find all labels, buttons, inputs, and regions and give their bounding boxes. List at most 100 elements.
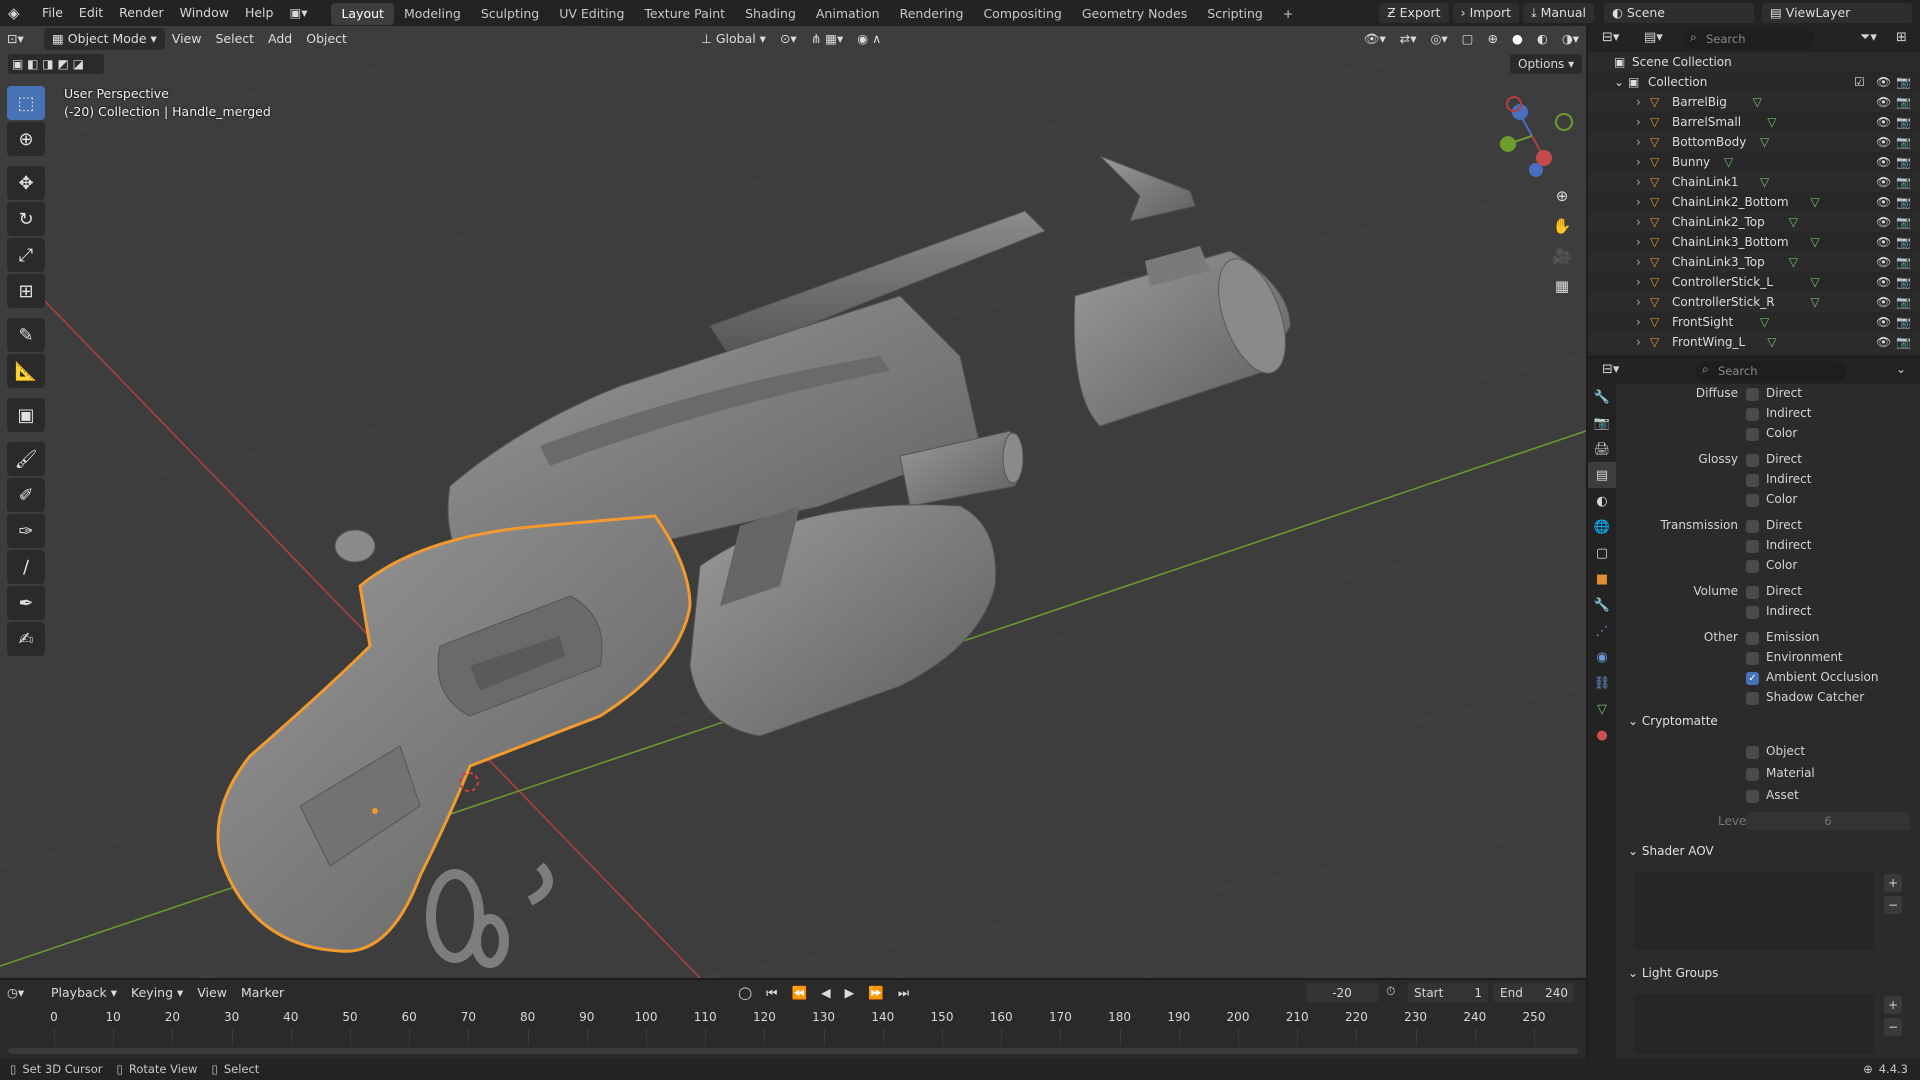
pass-checkbox[interactable] xyxy=(1746,428,1759,441)
crypto-object-checkbox[interactable] xyxy=(1746,746,1759,759)
tab-compositing[interactable]: Compositing xyxy=(973,3,1071,25)
menu-help[interactable]: Help xyxy=(237,0,282,26)
shading-solid-icon[interactable]: ● xyxy=(1505,28,1530,50)
outliner-object-row[interactable]: › ▽ ChainLink2_Bottom ▽ 👁 📷 xyxy=(1588,192,1920,212)
render-camera-icon[interactable]: 📷 xyxy=(1896,232,1911,252)
new-collection-icon[interactable]: ⊞ xyxy=(1896,30,1907,45)
expand-icon[interactable]: › xyxy=(1636,152,1641,172)
render-camera-icon[interactable]: 📷 xyxy=(1896,272,1911,292)
render-camera-icon[interactable]: 📷 xyxy=(1896,292,1911,312)
editor-type-icon[interactable]: ⊡▾ xyxy=(0,28,44,50)
visibility-eye-icon[interactable]: 👁 xyxy=(1876,252,1891,272)
visibility-eye-icon[interactable]: 👁 xyxy=(1876,212,1891,232)
export-button[interactable]: Ƶ Export xyxy=(1379,3,1449,23)
material-tab-icon[interactable]: ● xyxy=(1588,722,1616,748)
outliner-object-row[interactable]: › ▽ ControllerStick_R ▽ 👁 📷 xyxy=(1588,292,1920,312)
render-camera-icon[interactable]: 📷 xyxy=(1896,192,1911,212)
menu-edit[interactable]: Edit xyxy=(71,0,111,26)
data-tab-icon[interactable]: ▽ xyxy=(1588,696,1616,722)
visibility-icon[interactable]: 👁▾ xyxy=(1357,28,1393,50)
visibility-eye-icon[interactable]: 👁 xyxy=(1876,332,1891,352)
menu-object[interactable]: Object xyxy=(299,28,354,50)
render-camera-icon[interactable]: 📷 xyxy=(1896,152,1911,172)
outliner-object-row[interactable]: › ▽ BarrelBig ▽ 👁 📷 xyxy=(1588,92,1920,112)
render-camera-icon[interactable]: 📷 xyxy=(1896,332,1911,352)
manual-button[interactable]: ⤓ Manual xyxy=(1523,3,1594,23)
measure-tool-icon[interactable]: 📐 xyxy=(7,354,45,388)
pass-checkbox[interactable] xyxy=(1746,454,1759,467)
render-camera-icon[interactable]: 📷 xyxy=(1896,92,1911,112)
3d-viewport[interactable]: ⊡▾ ▦ Object Mode ▾ View Select Add Objec… xyxy=(0,26,1586,978)
outliner-object-row[interactable]: › ▽ FrontWing_R ▽ 👁 📷 xyxy=(1588,352,1920,356)
collection-row[interactable]: ⌄ ▣ Collection ☑ 👁 📷 xyxy=(1588,72,1920,92)
remove-aov-icon[interactable]: − xyxy=(1884,896,1902,914)
cursor-tool-icon[interactable]: ⊕ xyxy=(7,122,45,156)
modifier-tab-icon[interactable]: 🔧 xyxy=(1588,592,1616,618)
editor-type-icon[interactable]: ▣▾ xyxy=(281,0,321,26)
outliner-object-row[interactable]: › ▽ ChainLink3_Top ▽ 👁 📷 xyxy=(1588,252,1920,272)
grid-perspective-icon[interactable]: ▦ xyxy=(1548,272,1576,300)
shader-aov-header[interactable]: ⌄ Shader AOV xyxy=(1628,844,1714,858)
outliner-object-row[interactable]: › ▽ Bunny ▽ 👁 📷 xyxy=(1588,152,1920,172)
visibility-eye-icon[interactable]: 👁 xyxy=(1876,92,1891,112)
properties-search-input[interactable]: Search xyxy=(1696,361,1846,381)
outliner-object-row[interactable]: › ▽ FrontWing_L ▽ 👁 📷 xyxy=(1588,332,1920,352)
pan-hand-icon[interactable]: ✋ xyxy=(1548,212,1576,240)
overlay-icon[interactable]: ◎▾ xyxy=(1423,28,1454,50)
scale-tool-icon[interactable]: ⤢ xyxy=(7,238,45,272)
crypto-material-checkbox[interactable] xyxy=(1746,768,1759,781)
pass-checkbox[interactable] xyxy=(1746,652,1759,665)
expand-icon[interactable]: › xyxy=(1636,112,1641,132)
tab-layout[interactable]: Layout xyxy=(331,3,394,25)
menu-window[interactable]: Window xyxy=(172,0,237,26)
visibility-eye-icon[interactable]: 👁 xyxy=(1876,312,1891,332)
outliner-object-row[interactable]: › ▽ FrontSight ▽ 👁 📷 xyxy=(1588,312,1920,332)
gizmo-icon[interactable]: ⇄▾ xyxy=(1393,28,1424,50)
pass-checkbox[interactable] xyxy=(1746,408,1759,421)
add-light-group-icon[interactable]: + xyxy=(1884,996,1902,1014)
physics-tab-icon[interactable]: ◉ xyxy=(1588,644,1616,670)
add-cube-tool-icon[interactable]: ▣ xyxy=(7,398,45,432)
snap-icon[interactable]: ⋔ ▦▾ xyxy=(804,28,851,50)
shading-wireframe-icon[interactable]: ⊕ xyxy=(1480,28,1504,50)
visibility-eye-icon[interactable]: 👁 xyxy=(1876,72,1891,92)
brush-tool-1-icon[interactable]: 🖌 xyxy=(7,442,45,476)
tab-modeling[interactable]: Modeling xyxy=(394,3,471,25)
menu-render[interactable]: Render xyxy=(111,0,172,26)
expand-icon[interactable]: › xyxy=(1636,172,1641,192)
tab-geometry-nodes[interactable]: Geometry Nodes xyxy=(1072,3,1197,25)
pass-checkbox[interactable] xyxy=(1746,586,1759,599)
cryptomatte-header[interactable]: ⌄ Cryptomatte xyxy=(1628,714,1718,728)
expand-icon[interactable]: › xyxy=(1636,352,1641,356)
outliner-object-row[interactable]: › ▽ ChainLink3_Bottom ▽ 👁 📷 xyxy=(1588,232,1920,252)
tab-sculpting[interactable]: Sculpting xyxy=(471,3,549,25)
brush-tool-6-icon[interactable]: ✍ xyxy=(7,622,45,656)
expand-icon[interactable]: › xyxy=(1636,212,1641,232)
viewlayer-selector[interactable]: ▤ ViewLayer xyxy=(1762,3,1912,23)
visibility-eye-icon[interactable]: 👁 xyxy=(1876,112,1891,132)
outliner-editor-icon[interactable]: ⊟▾ xyxy=(1602,30,1619,45)
camera-icon[interactable]: 🎥 xyxy=(1548,242,1576,270)
pass-checkbox[interactable]: ✓ xyxy=(1746,672,1759,685)
expand-icon[interactable]: › xyxy=(1636,92,1641,112)
visibility-eye-icon[interactable]: 👁 xyxy=(1876,132,1891,152)
tab-scripting[interactable]: Scripting xyxy=(1197,3,1273,25)
visibility-eye-icon[interactable]: 👁 xyxy=(1876,272,1891,292)
menu-add[interactable]: Add xyxy=(261,28,299,50)
expand-icon[interactable]: › xyxy=(1636,332,1641,352)
tool-tab-icon[interactable]: 🔧 xyxy=(1588,384,1616,410)
xray-icon[interactable]: ▢ xyxy=(1455,28,1481,50)
expand-icon[interactable]: › xyxy=(1636,292,1641,312)
render-camera-icon[interactable]: 📷 xyxy=(1896,172,1911,192)
remove-light-group-icon[interactable]: − xyxy=(1884,1018,1902,1036)
render-tab-icon[interactable]: 📷 xyxy=(1588,410,1616,436)
pass-checkbox[interactable] xyxy=(1746,474,1759,487)
visibility-eye-icon[interactable]: 👁 xyxy=(1876,352,1891,356)
tab-uv-editing[interactable]: UV Editing xyxy=(549,3,634,25)
view-layer-tab-icon[interactable]: ▤ xyxy=(1588,462,1616,488)
tab-texture-paint[interactable]: Texture Paint xyxy=(634,3,735,25)
shading-material-icon[interactable]: ◐ xyxy=(1530,28,1555,50)
outliner-search-input[interactable]: Search xyxy=(1684,29,1814,49)
pass-checkbox[interactable] xyxy=(1746,520,1759,533)
panel-options-icon[interactable]: ⌄ xyxy=(1896,362,1906,376)
